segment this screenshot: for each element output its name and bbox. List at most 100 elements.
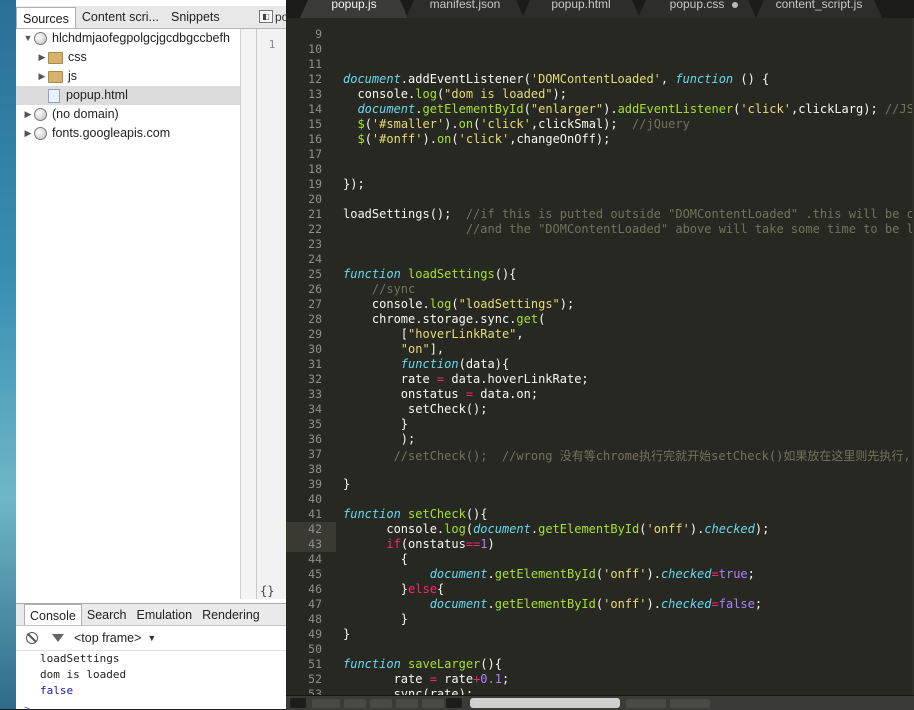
code-token: , <box>516 327 524 341</box>
line-number: 12 <box>308 72 322 86</box>
filter-icon[interactable] <box>52 634 64 642</box>
status-item[interactable] <box>370 699 392 708</box>
code-line[interactable]: //sync <box>343 282 415 296</box>
code-token: = <box>465 387 474 401</box>
code-line[interactable]: if(onstatus==1) <box>343 537 494 551</box>
code-token: } <box>343 627 351 641</box>
chevron-down-icon[interactable]: ▼ <box>22 29 34 48</box>
code-token: chrome.storage.sync. <box>343 312 517 326</box>
code-line[interactable]: ["hoverLinkRate", <box>343 327 524 341</box>
tab-content-scripts[interactable]: Content scri... <box>76 6 165 28</box>
code-line[interactable]: console.log(document.getElementById('onf… <box>343 522 769 536</box>
chevron-right-icon[interactable]: ▶ <box>22 124 34 143</box>
code-line[interactable]: document.addEventListener('DOMContentLoa… <box>343 72 769 86</box>
tab-emulation[interactable]: Emulation <box>131 604 197 625</box>
line-number: 19 <box>308 177 322 191</box>
code-token: '#onff' <box>371 132 423 146</box>
chevron-right-icon[interactable]: ▶ <box>36 48 48 67</box>
tab-console[interactable]: Console <box>24 604 82 625</box>
tab-search[interactable]: Search <box>82 604 132 625</box>
chevron-right-icon[interactable]: ▶ <box>22 105 34 124</box>
line-number: 31 <box>308 357 322 371</box>
line-number: 28 <box>308 312 322 326</box>
code-token: 'click' <box>458 132 510 146</box>
status-item[interactable] <box>626 699 666 708</box>
status-item[interactable] <box>344 699 366 708</box>
tree-item[interactable]: ▼ hlchdmjaofegpolgcjgcdbgccbefh <box>16 29 240 48</box>
status-item[interactable] <box>312 699 340 708</box>
clear-console-icon[interactable] <box>26 632 38 644</box>
code-line[interactable]: } <box>343 477 350 491</box>
editor-tab[interactable]: popup.js <box>300 0 408 18</box>
code-line[interactable]: setCheck(); <box>343 402 487 416</box>
code-line[interactable]: function setCheck(){ <box>343 507 488 521</box>
code-line[interactable]: function loadSettings(){ <box>343 267 516 281</box>
code-line[interactable]: } <box>343 612 408 626</box>
toggle-navigator-icon[interactable]: ◧ <box>259 10 273 23</box>
status-icon[interactable] <box>290 698 306 708</box>
code-line[interactable]: $('#smaller').on('click',clickSmal); //j… <box>343 117 689 131</box>
tree-scrollbar[interactable] <box>240 29 257 599</box>
tree-item[interactable]: ▶ css <box>16 48 240 67</box>
code-line[interactable]: ); <box>343 432 415 446</box>
code-line[interactable]: { <box>343 552 408 566</box>
tree-item[interactable]: ▶ js <box>16 67 240 86</box>
code-line[interactable]: } <box>343 417 408 431</box>
code-token: } <box>343 477 351 491</box>
status-item[interactable] <box>422 699 444 708</box>
tab-sources[interactable]: Sources <box>16 7 76 28</box>
line-number: 20 <box>308 192 322 206</box>
code-token: ( <box>523 102 531 116</box>
code-token: on <box>458 117 474 131</box>
code-token: ). <box>689 522 705 536</box>
code-line[interactable]: rate = rate+0.1; <box>343 672 510 686</box>
editor-tab[interactable]: content_script.js <box>756 0 882 18</box>
code-line[interactable]: } <box>343 627 350 641</box>
status-item[interactable] <box>396 699 418 708</box>
editor-tab[interactable]: manifest.json <box>406 0 524 18</box>
code-line[interactable]: loadSettings(); //if this is putted outs… <box>343 207 914 221</box>
code-line[interactable]: document.getElementById("enlarger").addE… <box>343 102 913 116</box>
code-token: ,clickLarg); <box>790 102 885 116</box>
tree-item[interactable]: ▶ fonts.googleapis.com <box>16 124 240 143</box>
code-line[interactable]: $('#onff').on('click',changeOnOff); <box>343 132 610 146</box>
code-line[interactable]: onstatus = data.on; <box>343 387 538 401</box>
status-icon[interactable] <box>446 698 462 708</box>
line-number: 45 <box>308 567 322 581</box>
code-line[interactable]: document.getElementById('onff').checked=… <box>343 597 762 611</box>
code-line[interactable]: "on"], <box>343 342 444 356</box>
frame-selector[interactable]: <top frame> <box>74 631 141 645</box>
code-line[interactable]: }else{ <box>343 582 444 596</box>
code-line[interactable]: chrome.storage.sync.get( <box>343 312 545 326</box>
pretty-print-button[interactable]: {} <box>260 584 274 598</box>
code-token: function <box>343 267 401 281</box>
code-line[interactable]: console.log("dom is loaded"); <box>343 87 567 101</box>
editor-tabs: popup.js manifest.json popup.html popup.css… <box>286 0 914 18</box>
find-input[interactable] <box>470 698 620 708</box>
code-line[interactable]: //setCheck(); //wrong 没有等chrome执行完就开始set… <box>343 447 914 464</box>
code-line[interactable]: document.getElementById('onff').checked=… <box>343 567 755 581</box>
console-prompt[interactable]: > <box>24 704 30 709</box>
tab-snippets[interactable]: Snippets <box>165 6 226 28</box>
code-line[interactable]: rate = data.hoverLinkRate; <box>343 372 589 386</box>
code-token: ). <box>646 597 661 611</box>
status-item[interactable] <box>670 699 710 708</box>
tab-popup-html[interactable]: pop <box>275 10 286 24</box>
code-line[interactable]: function saveLarger(){ <box>343 657 502 671</box>
editor-tab[interactable]: popup.html <box>522 0 640 18</box>
editor-tab[interactable]: popup.css <box>638 0 756 18</box>
code-token: ; <box>747 567 755 581</box>
tree-item[interactable]: ▶ (no domain) <box>16 105 240 124</box>
tab-rendering[interactable]: Rendering <box>197 604 265 625</box>
tree-item[interactable]: popup.html <box>16 86 240 105</box>
chevron-down-icon[interactable]: ▼ <box>147 633 156 643</box>
code-line[interactable]: console.log("loadSettings"); <box>343 297 574 311</box>
code-line[interactable]: //and the "DOMContentLoaded" above will … <box>343 222 914 236</box>
code-token: 'click' <box>480 117 531 131</box>
line-number: 10 <box>308 42 322 56</box>
code-line[interactable]: }); <box>343 177 365 191</box>
chevron-right-icon[interactable]: ▶ <box>36 67 48 86</box>
code-line[interactable]: function(data){ <box>343 357 509 371</box>
